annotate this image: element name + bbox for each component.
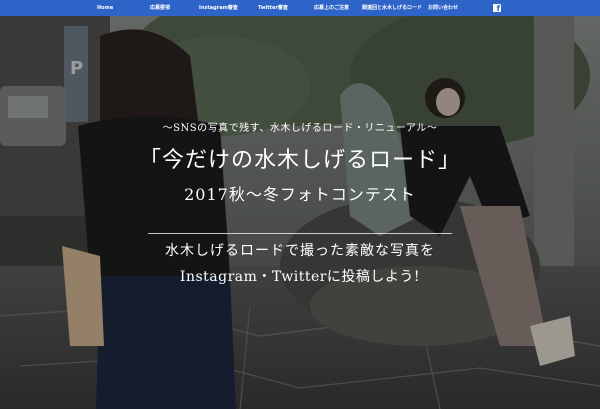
nav-notes[interactable]: 応募上のご注意 (314, 0, 349, 16)
hero-body-line-2: Instagram・Twitterに投稿しよう! (179, 269, 421, 285)
nav-related-road[interactable]: 関連回と水木しげるロード (362, 0, 422, 16)
nav-twitter-review[interactable]: Twitter審査 (258, 0, 288, 16)
top-nav: Home 応募要項 Instagram審査 Twitter審査 応募上のご注意 … (0, 0, 600, 16)
facebook-icon[interactable]: f (493, 4, 501, 13)
nav-guidelines[interactable]: 応募要項 (150, 0, 170, 16)
hero-subtitle: 〜SNSの写真で残す、水木しげるロード・リニューアル〜 (162, 123, 438, 134)
nav-home[interactable]: Home (97, 0, 113, 16)
hero-divider (148, 233, 452, 234)
nav-contact[interactable]: お問い合わせ (428, 0, 458, 16)
hero-contest-title: 2017秋〜冬フォトコンテスト (184, 185, 416, 204)
nav-instagram-review[interactable]: Instagram審査 (199, 0, 238, 16)
hero-photo-illustration: P (0, 16, 600, 409)
hero-title: 「今だけの水木しげるロード」 (138, 148, 461, 173)
hero-body-line-1: 水木しげるロードで撮った素敵な写真を (165, 243, 435, 259)
hero-photo: P (0, 16, 600, 409)
